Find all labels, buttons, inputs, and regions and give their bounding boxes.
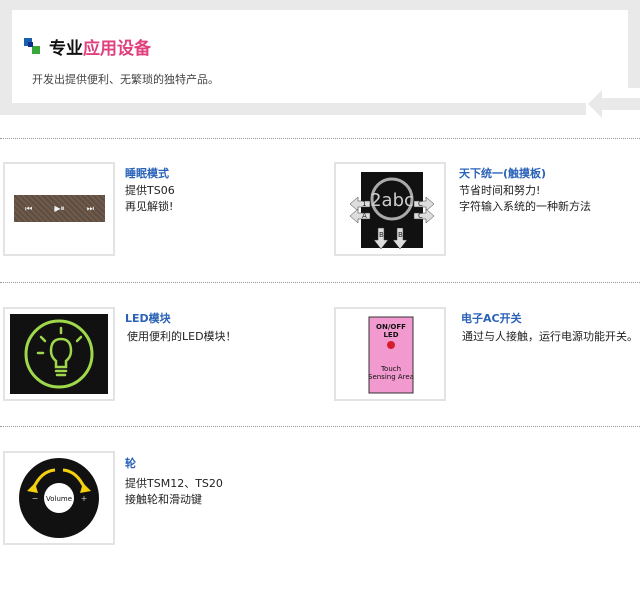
- item-desc-ac-switch: 通过与人接触，运行电源功能开关。: [462, 329, 638, 345]
- arrow-label: A: [362, 212, 367, 220]
- desc-line: 通过与人接触，运行电源功能开关。: [462, 330, 638, 343]
- arrow-label: 1: [362, 200, 366, 208]
- desc-line: 提供TSM12、TS20: [125, 477, 223, 490]
- divider: [0, 138, 640, 139]
- desc-line: 接触轮和滑动键: [125, 493, 202, 506]
- divider: [0, 426, 640, 427]
- desc-line: 节省时间和努力!: [459, 184, 541, 197]
- on-off-label: ON/OFF: [376, 323, 406, 331]
- divider: [0, 282, 640, 283]
- next-icon: ⏭: [86, 203, 94, 213]
- frame-border-left: [0, 10, 12, 103]
- touchpad-thumbnail[interactable]: 2abc 1 C A C B B: [334, 162, 446, 256]
- blue-green-squares-icon: [24, 38, 41, 54]
- arrow-label: C: [418, 212, 423, 220]
- item-title-touchpad[interactable]: 天下统一(触摸板): [459, 165, 546, 181]
- touchpad-keypad-icon: 2abc 1 C A C B B: [349, 172, 435, 250]
- item-title-led-module[interactable]: LED模块: [125, 310, 171, 326]
- sleep-mode-thumbnail[interactable]: ⏮ ▶⏸ ⏭: [3, 162, 115, 256]
- frame-border-top: [0, 0, 640, 10]
- ac-switch-thumbnail[interactable]: ON/OFF LED Touch Sensing Area: [334, 307, 446, 401]
- desc-line: 提供TS06: [125, 184, 175, 197]
- title-part-2: 应用设备: [83, 38, 151, 59]
- plus-label: +: [81, 494, 88, 503]
- volume-wheel-icon: Volume − +: [19, 458, 99, 538]
- frame-border-bottom: [0, 103, 586, 115]
- volume-label: Volume: [46, 495, 72, 503]
- item-desc-touchpad: 节省时间和努力! 字符输入系统的一种新方法: [459, 183, 591, 215]
- arrow-label: B: [398, 231, 403, 239]
- led-label: LED: [383, 331, 398, 339]
- led-bulb-icon: [10, 314, 108, 394]
- item-title-sleep-mode[interactable]: 睡眠模式: [125, 165, 169, 181]
- arrow-label: C: [418, 200, 423, 208]
- sensing-area-label: Sensing Area: [368, 373, 414, 381]
- item-title-ac-switch[interactable]: 电子AC开关: [461, 310, 522, 326]
- desc-line: 字符输入系统的一种新方法: [459, 200, 591, 213]
- header-panel: 专业 应用设备 开发出提供便利、无繁琐的独特产品。: [0, 0, 640, 118]
- item-desc-led-module: 使用便利的LED模块！: [127, 329, 237, 345]
- corner-arrow-icon: [588, 90, 640, 118]
- item-desc-sleep-mode: 提供TS06 再见解锁!: [125, 183, 175, 215]
- item-title-wheel[interactable]: 轮: [125, 455, 136, 471]
- item-desc-wheel: 提供TSM12、TS20 接触轮和滑动键: [125, 476, 223, 508]
- touch-switch-icon: ON/OFF LED Touch Sensing Area: [368, 316, 414, 394]
- desc-line: 使用便利的LED模块！: [127, 330, 237, 343]
- wheel-thumbnail[interactable]: Volume − +: [3, 451, 115, 545]
- desc-line: 再见解锁!: [125, 200, 174, 213]
- led-module-thumbnail[interactable]: [3, 307, 115, 401]
- minus-label: −: [32, 494, 39, 503]
- touchpad-label: 2abc: [370, 190, 414, 211]
- arrow-label: B: [379, 231, 384, 239]
- media-buttons-strip: ⏮ ▶⏸ ⏭: [14, 195, 105, 222]
- page-subtitle: 开发出提供便利、无繁琐的独特产品。: [32, 73, 219, 86]
- previous-icon: ⏮: [25, 203, 33, 213]
- title-part-1: 专业: [49, 38, 83, 59]
- play-pause-icon: ▶⏸: [54, 203, 65, 213]
- touch-label: Touch: [380, 365, 401, 373]
- frame-border-right: [628, 10, 640, 88]
- page-title: 专业 应用设备: [24, 36, 151, 59]
